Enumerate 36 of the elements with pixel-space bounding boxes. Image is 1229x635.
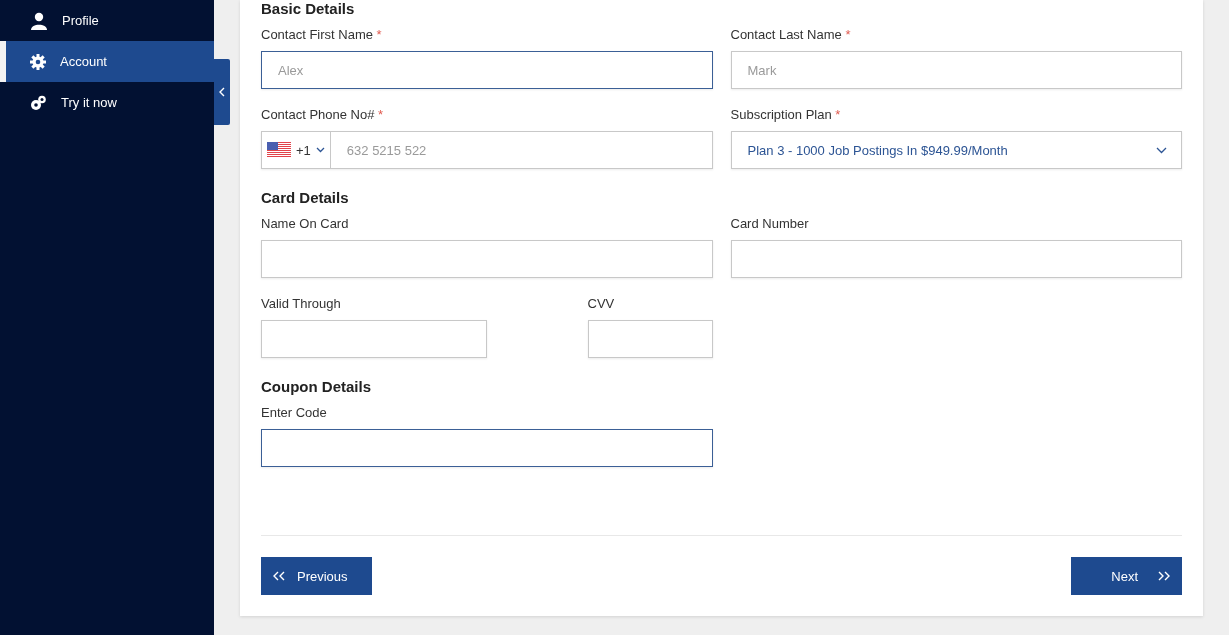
- required-mark: *: [378, 107, 384, 122]
- text-field[interactable]: Alex: [261, 51, 713, 89]
- person-icon: [30, 11, 48, 30]
- gears-icon: [30, 94, 47, 111]
- field-label: CVV: [587, 296, 615, 311]
- required-mark: *: [845, 27, 851, 42]
- text-field[interactable]: [261, 429, 713, 467]
- section-heading: Card Details: [261, 189, 350, 206]
- previous-button[interactable]: Previous: [261, 557, 372, 595]
- sidebar-item[interactable]: Try it now: [0, 82, 214, 123]
- double-chevron-icon: [1158, 571, 1170, 581]
- field-label: Contact First Name: [261, 27, 373, 42]
- sidebar-item[interactable]: Profile: [0, 0, 214, 41]
- field-label: Card Number: [730, 216, 809, 231]
- field-label: Enter Code: [261, 405, 327, 420]
- required-mark: *: [376, 27, 382, 42]
- collapse-sidebar-button[interactable]: [214, 59, 230, 125]
- field-label: Name On Card: [261, 216, 349, 231]
- section-heading: Coupon Details: [261, 378, 372, 395]
- phone-field[interactable]: +1 632 5215 522: [261, 131, 713, 169]
- caret-icon: [1156, 146, 1167, 154]
- field-label: Contact Last Name: [730, 27, 842, 42]
- country-code-dropdown[interactable]: +1: [262, 132, 331, 168]
- field-label: Subscription Plan: [730, 107, 832, 122]
- caret-icon: [315, 147, 325, 153]
- double-chevron-icon: [273, 571, 285, 581]
- next-button[interactable]: Next: [1071, 557, 1182, 595]
- field-label: Contact Phone No#: [261, 107, 375, 122]
- plan-dropdown[interactable]: Plan 3 - 1000 Job Postings In $949.99/Month: [730, 131, 1182, 169]
- gear-icon: [30, 53, 46, 70]
- flag-icon: [267, 142, 291, 158]
- chevron-left-icon: [219, 87, 225, 97]
- required-mark: *: [835, 107, 841, 122]
- section-heading: Basic Details: [261, 0, 356, 17]
- field-label: Valid Through: [261, 296, 341, 311]
- sidebar-item[interactable]: Account: [0, 41, 214, 82]
